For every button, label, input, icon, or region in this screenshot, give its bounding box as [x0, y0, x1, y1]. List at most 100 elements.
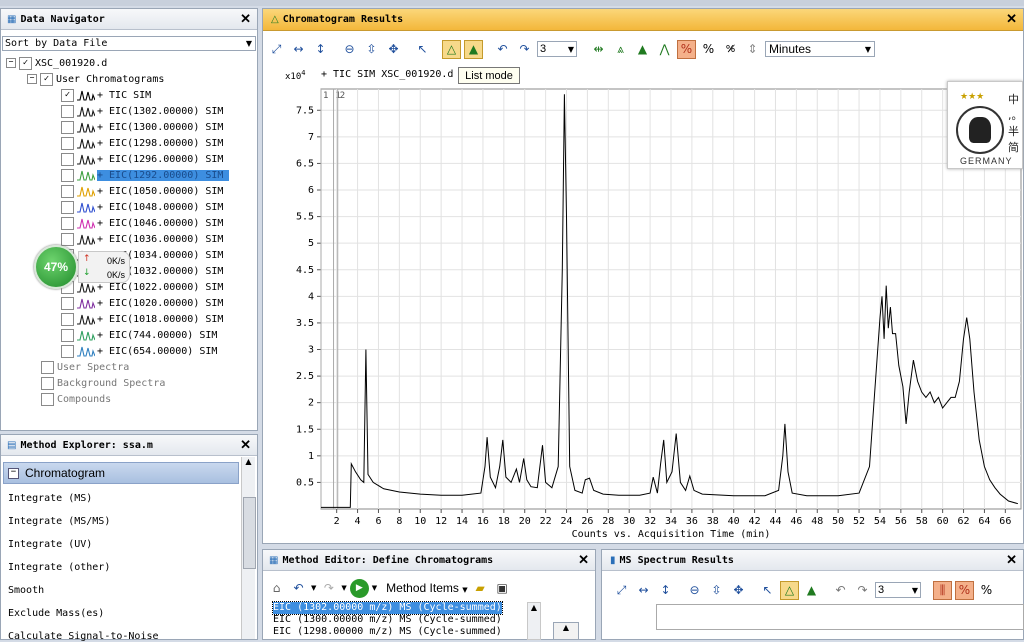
method-items-button[interactable]: Method Items ▼	[386, 581, 467, 595]
redo-icon[interactable]: ↷	[853, 581, 872, 600]
tree-node-user-chromatograms[interactable]: − ✓ User Chromatograms	[27, 71, 164, 87]
checkbox[interactable]	[41, 360, 54, 374]
checkbox[interactable]	[61, 312, 74, 326]
tree-item-chromatogram[interactable]: + EIC(654.00000) SIM	[61, 343, 217, 359]
checkbox[interactable]	[61, 136, 74, 150]
tree-item-chromatogram[interactable]: + EIC(1050.00000) SIM	[61, 183, 223, 199]
checkbox[interactable]	[61, 184, 74, 198]
pointer-icon[interactable]: ↖	[758, 581, 777, 600]
tree-item-chromatogram[interactable]: + EIC(1018.00000) SIM	[61, 311, 223, 327]
method-explorer-item[interactable]: Integrate (MS)	[8, 493, 92, 504]
checkbox[interactable]	[61, 104, 74, 118]
tree-node[interactable]: Background Spectra	[41, 375, 165, 391]
checkbox[interactable]	[61, 200, 74, 214]
vertical-scrollbar[interactable]: ▲	[241, 457, 256, 639]
collapse-icon[interactable]: −	[27, 74, 37, 84]
checkbox[interactable]	[61, 120, 74, 134]
chromatogram-list-row[interactable]: EIC (1298.00000 m/z) MS (Cycle-summed)	[273, 626, 502, 638]
checkbox[interactable]	[61, 168, 74, 182]
tree-item-chromatogram[interactable]: + EIC(1048.00000) SIM	[61, 199, 223, 215]
columns-select[interactable]: 3 ▼	[537, 41, 577, 57]
tree-item-chromatogram[interactable]: + EIC(1046.00000) SIM	[61, 215, 223, 231]
save-icon[interactable]: ▣	[493, 579, 512, 598]
run-icon[interactable]: ▶	[349, 578, 369, 598]
redo-icon[interactable]: ↷	[319, 579, 338, 598]
tree-item-chromatogram[interactable]: + EIC(1298.00000) SIM	[61, 135, 223, 151]
move-up-button[interactable]: ▲	[553, 622, 579, 640]
checkbox[interactable]: ✓	[19, 56, 32, 70]
zoom-out-icon[interactable]: ⊖	[340, 40, 359, 59]
percent-icon[interactable]: %	[977, 581, 996, 600]
percent-icon[interactable]: %	[699, 40, 718, 59]
checkbox[interactable]	[61, 216, 74, 230]
undo-icon[interactable]: ↶	[289, 579, 308, 598]
tree-node[interactable]: Compounds	[41, 391, 111, 407]
checkbox[interactable]	[41, 392, 54, 406]
close-icon[interactable]: ✕	[240, 437, 251, 453]
autoscale-y-icon[interactable]: ↕	[656, 581, 675, 600]
percent-toggle-icon[interactable]: %	[677, 39, 696, 59]
bar-mode-icon[interactable]: ⫼	[933, 580, 952, 600]
collapse-icon[interactable]: −	[6, 58, 16, 68]
chromatogram-chart[interactable]: 2 4 6 8 10 12 14 16 18 20 22 24 26 28 30 32 34 36 38 40 42 44…	[263, 85, 1023, 545]
overlay-mode-icon[interactable]: ▲	[802, 581, 821, 600]
checkbox[interactable]	[41, 376, 54, 390]
scrollbar-thumb[interactable]	[243, 497, 256, 569]
autoscale-y-icon[interactable]: ↕	[311, 40, 330, 59]
method-explorer-item[interactable]: Exclude Mass(es)	[8, 608, 104, 619]
list-mode-icon[interactable]: △	[780, 580, 799, 600]
checkbox[interactable]	[61, 328, 74, 342]
method-explorer-item[interactable]: Integrate (UV)	[8, 539, 92, 550]
method-explorer-item[interactable]: Integrate (other)	[8, 562, 110, 573]
autoscale-icon[interactable]: ⤢	[267, 40, 286, 59]
autoscale-x-icon[interactable]: ↔	[289, 40, 308, 59]
checkbox[interactable]	[61, 344, 74, 358]
close-icon[interactable]: ✕	[578, 552, 589, 568]
scale-peaks-icon[interactable]: ✥	[384, 40, 403, 59]
undo-icon[interactable]: ↶	[831, 581, 850, 600]
close-icon[interactable]: ✕	[1006, 552, 1017, 568]
checkbox[interactable]	[61, 232, 74, 246]
chromatogram-list-row[interactable]: EIC (1300.00000 m/z) MS (Cycle-summed)	[273, 614, 502, 626]
checkbox[interactable]	[61, 296, 74, 310]
tree-item-chromatogram[interactable]: + EIC(1020.00000) SIM	[61, 295, 223, 311]
close-icon[interactable]: ✕	[1006, 11, 1017, 27]
checkbox[interactable]: ✓	[40, 72, 53, 86]
tree-node-file[interactable]: − ✓ XSC_001920.d	[6, 55, 107, 71]
redo-icon[interactable]: ↷	[515, 40, 534, 59]
tree-item-chromatogram[interactable]: ✓ + TIC SIM	[61, 87, 151, 103]
tree-item-chromatogram[interactable]: + EIC(744.00000) SIM	[61, 327, 217, 343]
fit-y-icon[interactable]: ⇳	[362, 40, 381, 59]
tree-item-chromatogram[interactable]: + EIC(1300.00000) SIM	[61, 119, 223, 135]
scroll-up-icon[interactable]: ▲	[242, 457, 255, 466]
method-explorer-item[interactable]: Smooth	[8, 585, 44, 596]
tree-item-chromatogram[interactable]: + EIC(1292.00000) SIM	[61, 167, 230, 183]
checkbox[interactable]: ✓	[61, 88, 74, 102]
fit-y-icon[interactable]: ⇳	[707, 581, 726, 600]
peak-width-icon[interactable]: ⇹	[589, 40, 608, 59]
overlay-mode-icon[interactable]: ▲	[464, 39, 483, 59]
peak-label-icon[interactable]: ⋀	[655, 40, 674, 59]
close-icon[interactable]: ✕	[240, 11, 251, 27]
home-icon[interactable]: ⌂	[267, 579, 286, 598]
checkbox[interactable]	[61, 152, 74, 166]
list-mode-icon[interactable]: △	[442, 39, 461, 59]
chromatogram-list-row[interactable]: EIC (1302.00000 m/z) MS (Cycle-summed)	[272, 601, 503, 615]
sort-dropdown[interactable]: Sort by Data File ▼	[2, 36, 256, 51]
scale-peaks-icon[interactable]: ✥	[729, 581, 748, 600]
open-icon[interactable]: ▰	[471, 579, 490, 598]
integrate-icon[interactable]: ⩓	[611, 40, 630, 59]
grid-scale-icon[interactable]: ⇕	[743, 40, 762, 59]
peak-fill-icon[interactable]: ▲	[633, 40, 652, 59]
method-explorer-item[interactable]: Integrate (MS/MS)	[8, 516, 110, 527]
percent-toggle-icon[interactable]: %	[955, 580, 974, 600]
percent-normalize-icon[interactable]: %̸	[721, 40, 740, 59]
ms-spectrum-plot[interactable]	[656, 604, 1024, 630]
zoom-out-icon[interactable]: ⊖	[685, 581, 704, 600]
method-explorer-item[interactable]: Calculate Signal-to-Noise	[8, 631, 159, 642]
autoscale-x-icon[interactable]: ↔	[634, 581, 653, 600]
autoscale-icon[interactable]: ⤢	[612, 581, 631, 600]
pointer-icon[interactable]: ↖	[413, 40, 432, 59]
tree-item-chromatogram[interactable]: + EIC(1302.00000) SIM	[61, 103, 223, 119]
vertical-scrollbar[interactable]: ▲	[527, 602, 541, 640]
